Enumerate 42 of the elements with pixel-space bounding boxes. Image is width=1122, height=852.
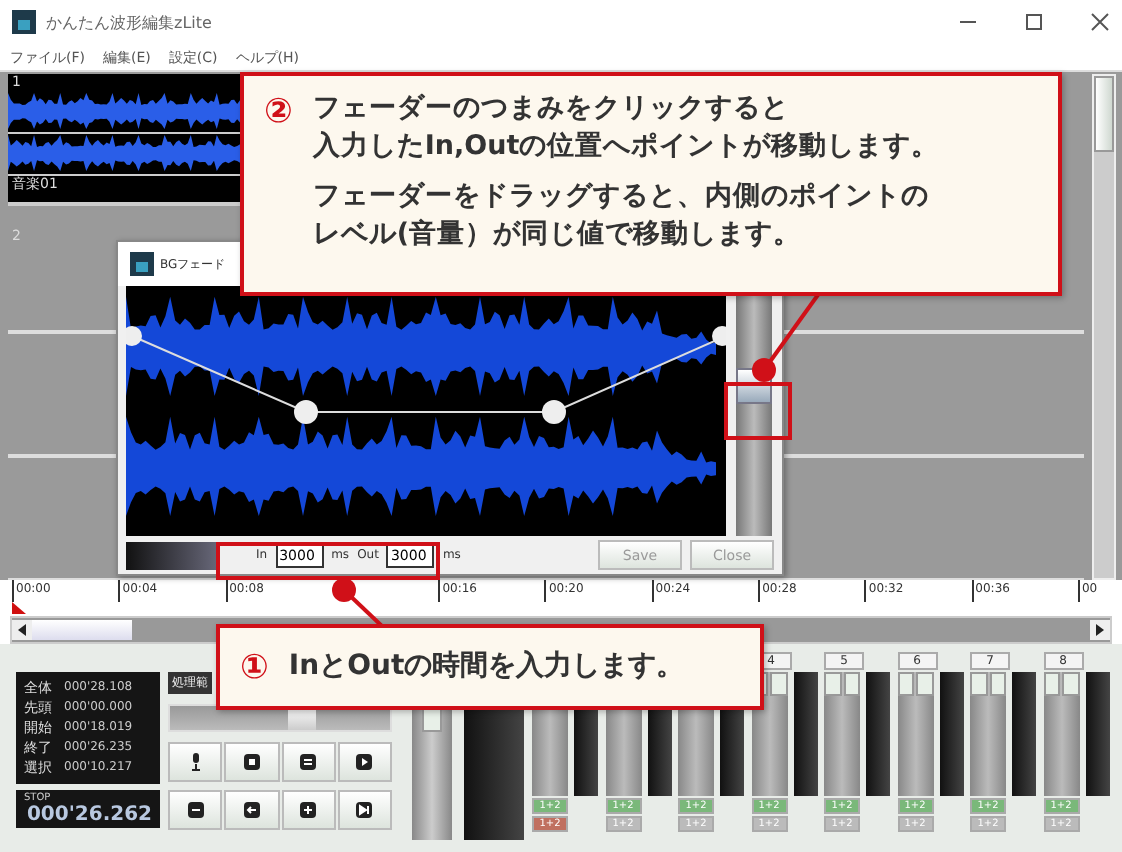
callout-text: フェーダーをドラッグすると、内側のポイントの	[312, 178, 931, 216]
master-fader[interactable]	[412, 708, 452, 840]
stop-button[interactable]	[224, 742, 279, 782]
mic-button[interactable]	[168, 742, 223, 782]
scroll-left-icon[interactable]	[12, 620, 32, 640]
step-number: ①	[240, 645, 269, 689]
window-title: かんたん波形編集zLite	[46, 11, 212, 33]
app-icon	[12, 10, 36, 34]
pause-button[interactable]	[281, 742, 336, 782]
time-value: 000'26.262	[24, 804, 152, 826]
back-button[interactable]	[224, 790, 279, 830]
level-meter	[464, 708, 524, 840]
stop-icon	[241, 752, 262, 772]
level-meter	[866, 672, 890, 796]
callout-text: フェーダーのつまみをクリックすると	[312, 90, 791, 128]
highlight-frame	[724, 382, 792, 440]
close-icon[interactable]	[1090, 12, 1110, 32]
rewind-icon	[241, 800, 262, 820]
end-button[interactable]	[337, 790, 392, 830]
minus-button[interactable]	[168, 790, 223, 830]
plus-icon	[298, 800, 319, 820]
end-icon	[354, 800, 375, 820]
level-meter	[939, 672, 963, 796]
level-meter	[1012, 672, 1036, 796]
callout-text: レベル(音量）が同じ値で移動します。	[312, 216, 804, 254]
maximize-icon[interactable]	[1024, 12, 1044, 32]
step-number: ②	[264, 90, 293, 136]
callout-text: InとOutの時間を入力します。	[288, 648, 685, 686]
app-icon	[130, 252, 154, 276]
minus-icon	[185, 800, 206, 820]
vertical-scrollbar[interactable]	[1092, 74, 1116, 580]
level-meter	[1085, 672, 1109, 796]
pause-icon	[298, 752, 319, 772]
scroll-right-icon[interactable]	[1090, 620, 1110, 640]
scroll-thumb[interactable]	[32, 620, 132, 640]
plus-button[interactable]	[281, 790, 336, 830]
play-icon	[354, 752, 375, 772]
level-meter	[793, 672, 817, 796]
gradient-swatch	[126, 541, 216, 569]
callout-text: 入力したIn,Outの位置へポイントが移動します。	[312, 128, 940, 166]
play-button[interactable]	[337, 742, 392, 782]
fade-waveform[interactable]	[126, 286, 726, 536]
